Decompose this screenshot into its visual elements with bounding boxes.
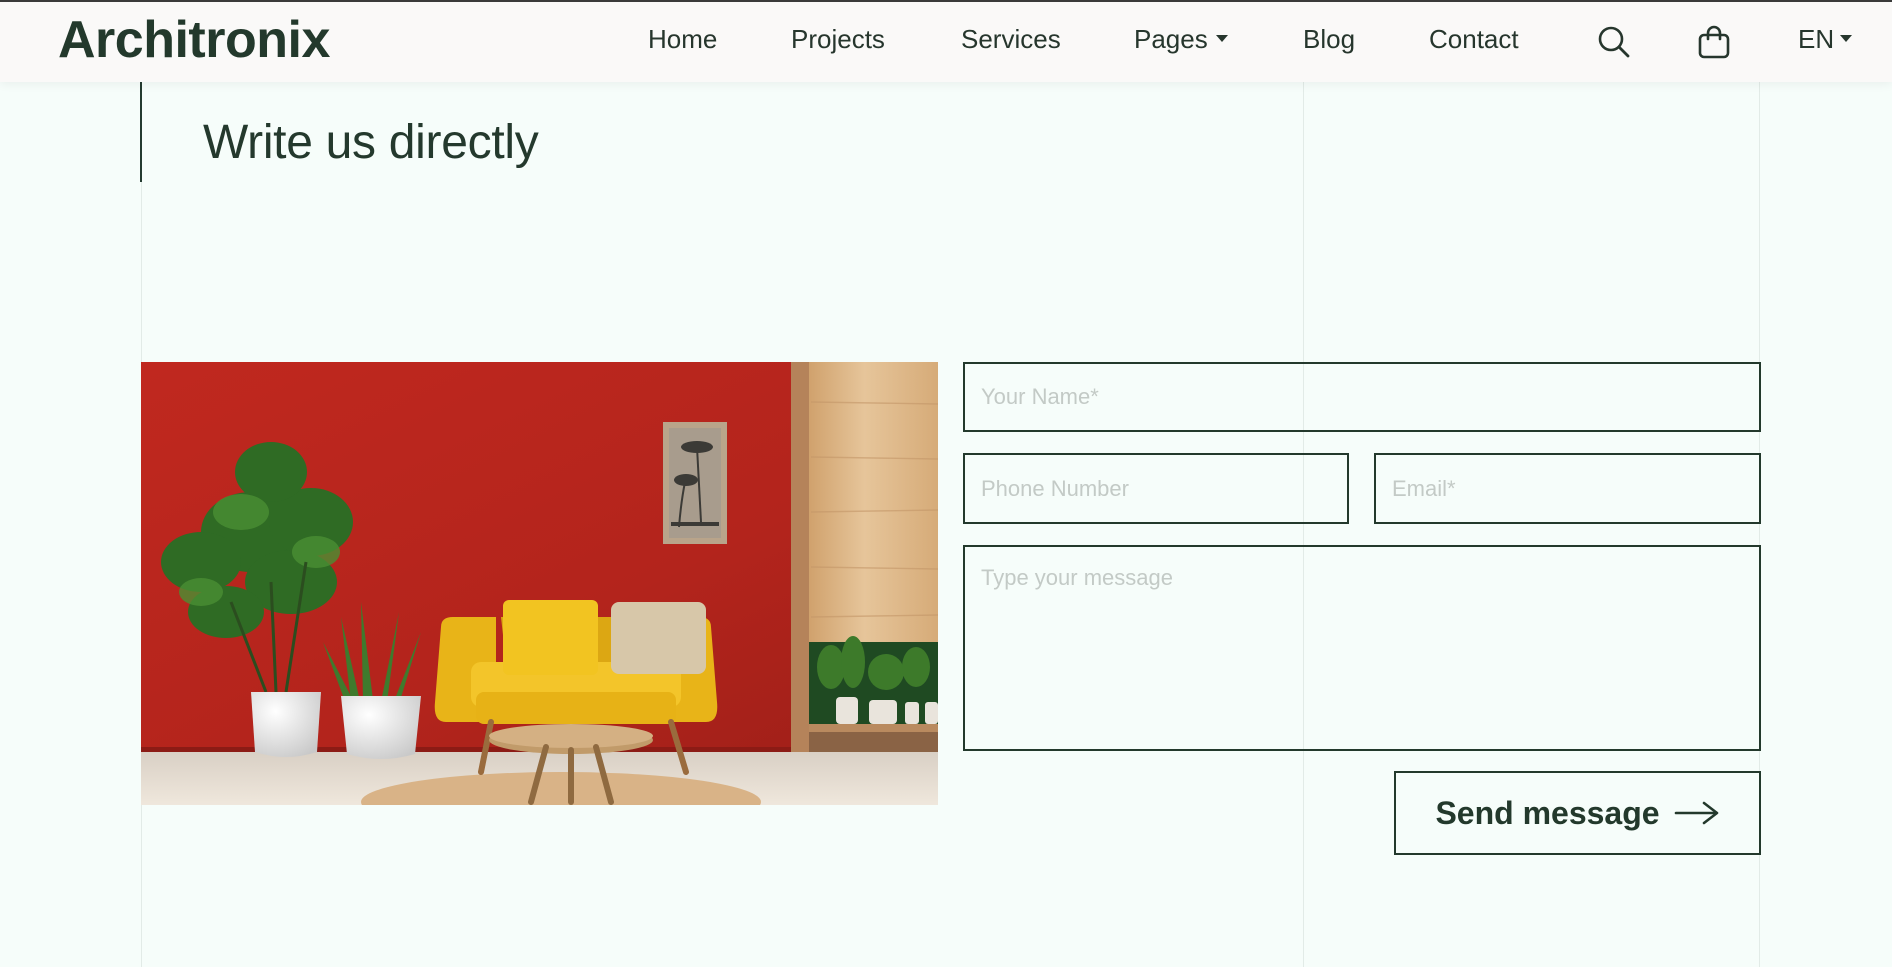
shopping-bag-icon[interactable] <box>1696 24 1732 60</box>
section-title: Write us directly <box>203 116 539 169</box>
language-selector[interactable]: EN <box>1798 24 1853 55</box>
living-room-image <box>141 362 938 805</box>
search-icon[interactable] <box>1596 24 1632 60</box>
phone-input[interactable] <box>963 453 1349 524</box>
title-accent-line <box>140 82 142 182</box>
nav-services-link[interactable]: Services <box>961 24 1061 55</box>
nav-pages-label: Pages <box>1134 24 1208 54</box>
chevron-down-icon <box>1215 34 1228 42</box>
language-label: EN <box>1798 24 1835 54</box>
message-textarea[interactable] <box>963 545 1761 751</box>
nav-home-link[interactable]: Home <box>648 24 717 55</box>
send-message-label: Send message <box>1435 794 1660 831</box>
arrow-right-icon <box>1674 801 1718 825</box>
nav-blog-link[interactable]: Blog <box>1303 24 1355 55</box>
name-input[interactable] <box>963 362 1761 432</box>
nav-projects-link[interactable]: Projects <box>791 24 885 55</box>
brand-logo[interactable]: Architronix <box>58 10 330 70</box>
chevron-down-icon <box>1840 34 1853 42</box>
email-input[interactable] <box>1374 453 1761 524</box>
nav-pages-dropdown[interactable]: Pages <box>1134 24 1228 55</box>
site-header: Architronix Home Projects Services Pages… <box>0 0 1892 82</box>
nav-contact-link[interactable]: Contact <box>1429 24 1519 55</box>
send-message-button[interactable]: Send message <box>1394 771 1761 855</box>
